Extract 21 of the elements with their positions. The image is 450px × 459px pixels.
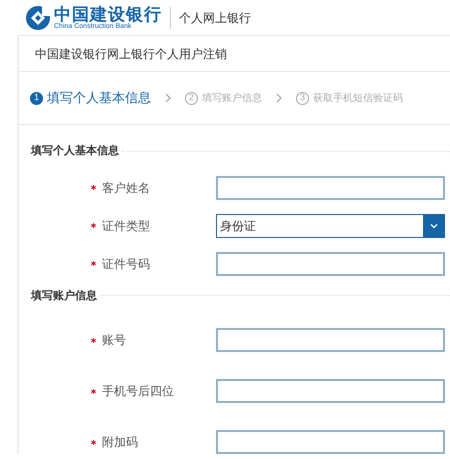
text-field[interactable] <box>216 379 445 403</box>
chevron-right-icon <box>165 93 171 103</box>
bank-logo-icon <box>25 4 51 30</box>
field-label: 附加码 <box>102 434 138 451</box>
field-label: 证件类型 <box>102 218 150 234</box>
text-field[interactable] <box>216 176 445 200</box>
section-title: 填写账户信息 <box>31 288 97 304</box>
product-name: 个人网上银行 <box>179 10 251 26</box>
chevron-down-icon <box>423 214 444 236</box>
field-label: 证件号码 <box>102 256 150 272</box>
page-title: 中国建设银行网上银行个人用户注销 <box>35 46 227 62</box>
text-field[interactable] <box>216 328 445 352</box>
field-label: 客户姓名 <box>102 180 150 196</box>
text-field[interactable] <box>216 252 445 276</box>
section-title: 填写个人基本信息 <box>31 144 119 159</box>
field-label: 账号 <box>102 332 126 349</box>
logo-name: 中国建设银行 <box>54 6 162 22</box>
text-field[interactable] <box>216 430 445 454</box>
id-type-select[interactable]: 身份证 <box>216 214 445 238</box>
field-label: 手机号后四位 <box>102 383 174 400</box>
chevron-right-icon <box>276 93 282 103</box>
